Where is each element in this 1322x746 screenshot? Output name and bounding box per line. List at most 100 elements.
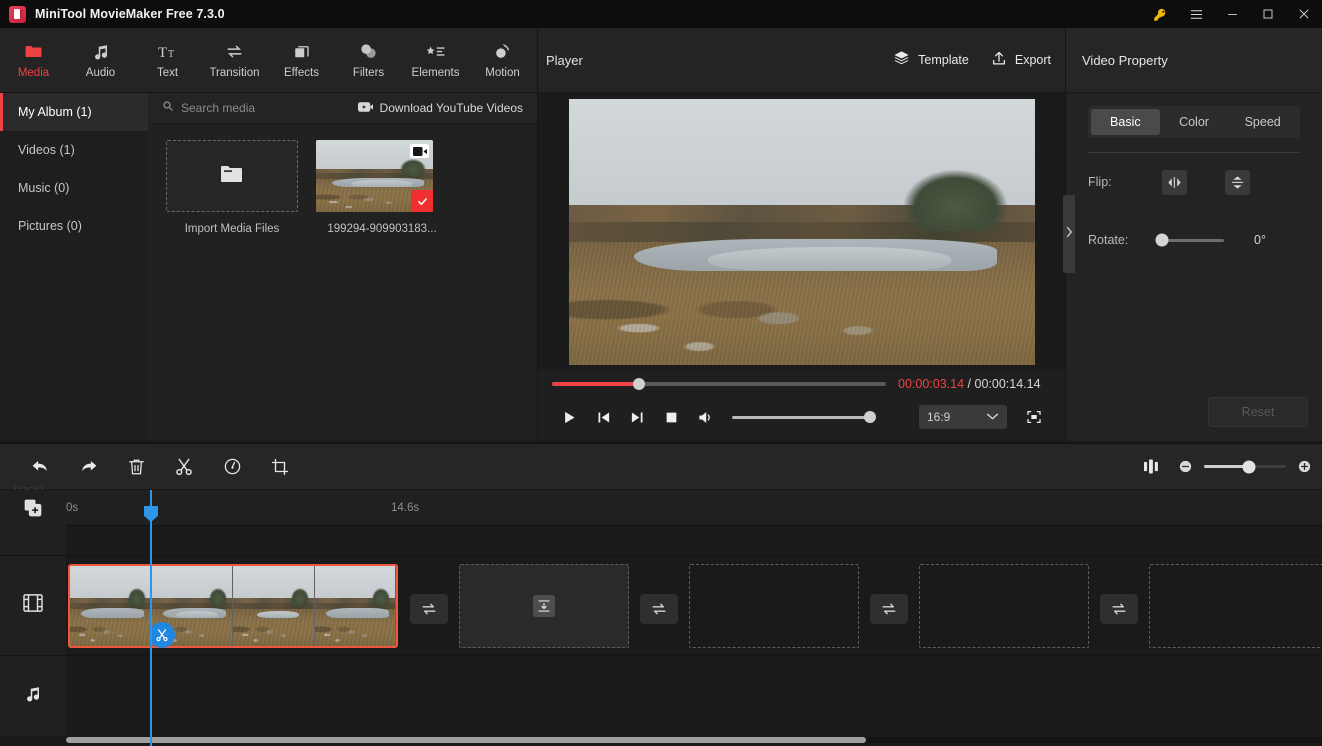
tab-label: Basic bbox=[1110, 115, 1141, 129]
rotate-row: Rotate: 0° bbox=[1088, 225, 1300, 255]
album-list: My Album (1) Videos (1) Music (0) Pictur… bbox=[0, 93, 148, 441]
crop-button[interactable] bbox=[256, 443, 304, 490]
layers-icon bbox=[893, 50, 910, 70]
delete-button[interactable] bbox=[112, 443, 160, 490]
ruler-scale[interactable]: 0s 14.6s bbox=[66, 490, 1322, 526]
undo-button[interactable] bbox=[16, 443, 64, 490]
transition-slot-2[interactable] bbox=[640, 594, 678, 624]
volume-slider[interactable] bbox=[732, 411, 876, 423]
zoom-in-icon[interactable] bbox=[1297, 459, 1312, 474]
import-media-label: Import Media Files bbox=[184, 223, 280, 235]
media-slot-4[interactable] bbox=[1149, 564, 1322, 648]
search-input[interactable]: Search media bbox=[162, 99, 255, 117]
key-icon[interactable] bbox=[1142, 0, 1178, 28]
maximize-icon[interactable] bbox=[1250, 0, 1286, 28]
tab-label: Transition bbox=[209, 66, 260, 79]
import-media-cell[interactable]: Import Media Files bbox=[166, 140, 298, 235]
video-clip-thumbnails bbox=[70, 566, 396, 646]
track-lane-video[interactable] bbox=[66, 556, 1322, 655]
panel-collapse-handle[interactable] bbox=[1063, 195, 1075, 273]
tab-color[interactable]: Color bbox=[1160, 109, 1229, 135]
video-clip[interactable] bbox=[68, 564, 398, 648]
media-thumbnail[interactable] bbox=[316, 140, 433, 212]
zoom-handle[interactable] bbox=[1242, 460, 1256, 473]
download-youtube-button[interactable]: Download YouTube Videos bbox=[357, 101, 523, 116]
tab-transition[interactable]: Transition bbox=[201, 28, 268, 93]
play-button[interactable] bbox=[552, 400, 586, 434]
player-right-controls: 16:9 bbox=[919, 400, 1051, 434]
timeline-ruler: 0s 14.6s bbox=[0, 489, 1322, 526]
menu-icon[interactable] bbox=[1178, 0, 1214, 28]
media-item[interactable]: 199294-909903183... bbox=[316, 140, 448, 235]
tab-text[interactable]: TT Text bbox=[134, 28, 201, 93]
tab-media[interactable]: Media bbox=[0, 28, 67, 93]
minimize-icon[interactable] bbox=[1214, 0, 1250, 28]
zoom-slider[interactable] bbox=[1204, 460, 1286, 473]
video-preview-image bbox=[568, 98, 1035, 365]
flip-horizontal-icon[interactable] bbox=[1162, 169, 1187, 195]
property-title: Video Property bbox=[1082, 52, 1168, 68]
fit-timeline-icon[interactable] bbox=[1137, 443, 1167, 490]
add-track-icon[interactable] bbox=[0, 489, 66, 526]
rotate-slider[interactable] bbox=[1155, 233, 1224, 247]
player-controls: 00:00:03.14 / 00:00:14.14 16:9 bbox=[538, 370, 1065, 436]
speed-button[interactable] bbox=[208, 443, 256, 490]
zoom-out-icon[interactable] bbox=[1178, 459, 1193, 474]
sidebar-item-pictures[interactable]: Pictures (0) bbox=[0, 207, 148, 245]
tab-filters[interactable]: Filters bbox=[335, 28, 402, 93]
check-icon[interactable] bbox=[411, 190, 433, 212]
search-icon bbox=[162, 99, 174, 117]
volume-handle[interactable] bbox=[864, 411, 876, 423]
redo-button[interactable] bbox=[64, 443, 112, 490]
template-button[interactable]: Template bbox=[893, 50, 969, 70]
reset-button[interactable]: Reset bbox=[1208, 397, 1308, 427]
video-preview[interactable] bbox=[568, 98, 1035, 365]
tab-label: Motion bbox=[485, 66, 520, 79]
tab-label: Color bbox=[1179, 115, 1209, 129]
skip-next-icon[interactable] bbox=[620, 400, 654, 434]
transition-slot-3[interactable] bbox=[870, 594, 908, 624]
sidebar-item-my-album[interactable]: My Album (1) bbox=[0, 93, 148, 131]
clip-split-button[interactable] bbox=[149, 622, 175, 648]
transition-slot-1[interactable] bbox=[410, 594, 448, 624]
tab-audio[interactable]: Audio bbox=[67, 28, 134, 93]
export-button[interactable]: Export bbox=[991, 50, 1051, 70]
track-lane-audio[interactable] bbox=[66, 656, 1322, 736]
track-lane-effect[interactable] bbox=[66, 526, 1322, 555]
sidebar-item-videos[interactable]: Videos (1) bbox=[0, 131, 148, 169]
sidebar-item-music[interactable]: Music (0) bbox=[0, 169, 148, 207]
tab-motion[interactable]: Motion bbox=[469, 28, 536, 93]
album-label: Videos (1) bbox=[18, 143, 75, 157]
folder-icon bbox=[24, 42, 43, 62]
transition-slot-4[interactable] bbox=[1100, 594, 1138, 624]
tab-elements[interactable]: Elements bbox=[402, 28, 469, 93]
import-media-files-button[interactable] bbox=[166, 140, 298, 212]
transition-icon bbox=[225, 42, 244, 62]
seek-handle[interactable] bbox=[632, 378, 645, 390]
volume-button[interactable] bbox=[688, 400, 722, 434]
stop-button[interactable] bbox=[654, 400, 688, 434]
tab-basic[interactable]: Basic bbox=[1091, 109, 1160, 135]
chevron-right-icon bbox=[1065, 225, 1073, 243]
split-button[interactable] bbox=[160, 443, 208, 490]
rotate-handle[interactable] bbox=[1155, 233, 1169, 247]
media-slot-3[interactable] bbox=[919, 564, 1089, 648]
timeline: 0s 14.6s Track1 bbox=[0, 484, 1322, 746]
title-bar: MiniTool MovieMaker Free 7.3.0 bbox=[0, 0, 1322, 28]
seek-slider[interactable] bbox=[552, 378, 886, 390]
tab-effects[interactable]: Effects bbox=[268, 28, 335, 93]
timeline-scrollbar-thumb[interactable] bbox=[66, 737, 866, 743]
fullscreen-icon[interactable] bbox=[1017, 400, 1051, 434]
aspect-ratio-select[interactable]: 16:9 bbox=[919, 405, 1007, 429]
search-placeholder: Search media bbox=[181, 101, 256, 115]
chevron-down-icon bbox=[986, 410, 999, 424]
media-slot-2[interactable] bbox=[689, 564, 859, 648]
effects-icon bbox=[293, 42, 311, 62]
close-icon[interactable] bbox=[1286, 0, 1322, 28]
media-slot-1[interactable] bbox=[459, 564, 629, 648]
flip-vertical-icon[interactable] bbox=[1225, 169, 1250, 195]
player-header: Player Template Export bbox=[538, 28, 1065, 93]
skip-previous-icon[interactable] bbox=[586, 400, 620, 434]
template-label: Template bbox=[918, 53, 969, 67]
tab-speed[interactable]: Speed bbox=[1228, 109, 1297, 135]
